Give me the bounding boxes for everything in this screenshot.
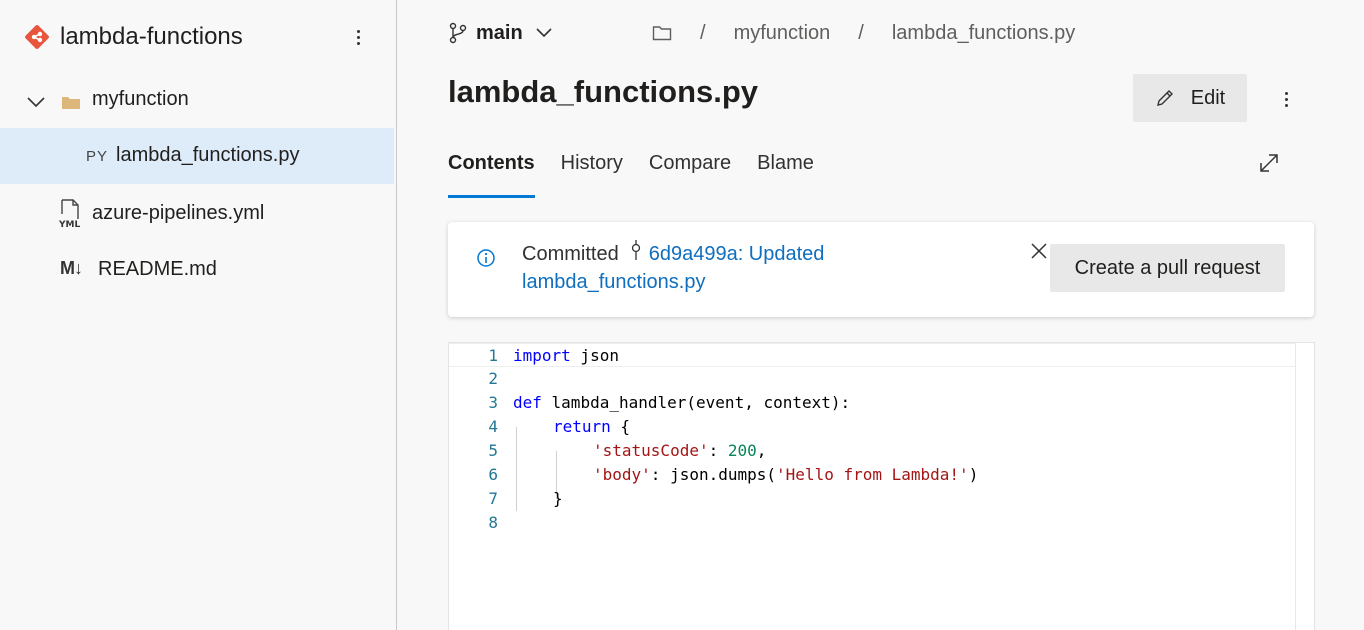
line-number: 4 bbox=[488, 417, 498, 436]
code-text: } bbox=[553, 489, 563, 508]
chevron-down-icon[interactable] bbox=[26, 94, 46, 110]
line-number: 3 bbox=[488, 393, 498, 412]
line-number: 6 bbox=[488, 465, 498, 484]
tree-item-myfunction[interactable]: myfunction bbox=[0, 74, 394, 130]
tree-item-label: azure-pipelines.yml bbox=[92, 202, 265, 224]
tab-blame[interactable]: Blame bbox=[757, 150, 814, 198]
code-line: 4 return { bbox=[449, 415, 1295, 439]
line-number: 1 bbox=[488, 346, 498, 365]
markdown-file-icon: M↓ bbox=[60, 258, 83, 278]
breadcrumb: / myfunction / lambda_functions.py bbox=[652, 20, 1075, 46]
repo-header: lambda-functions bbox=[24, 20, 374, 54]
code-line: 7 } bbox=[449, 487, 1295, 511]
tab-compare[interactable]: Compare bbox=[649, 150, 731, 198]
python-file-icon: PY bbox=[86, 148, 109, 165]
tab-history[interactable]: History bbox=[561, 150, 623, 198]
code-line: 3 def lambda_handler(event, context): bbox=[449, 391, 1295, 415]
code-text: import json bbox=[513, 344, 619, 368]
commit-notice-prefix: Committed bbox=[522, 243, 619, 265]
code-line: 1 import json bbox=[449, 343, 1295, 367]
code-text: 'body': json.dumps('Hello from Lambda!') bbox=[593, 463, 978, 487]
code-line: 8 bbox=[449, 511, 1295, 535]
svg-text:YML: YML bbox=[58, 220, 80, 228]
branch-picker[interactable]: main bbox=[448, 20, 553, 46]
tab-contents[interactable]: Contents bbox=[448, 150, 535, 198]
commit-notice-text: Committed 6d9a499a: Updated lambda_functi… bbox=[522, 240, 942, 296]
commit-notice-banner: Committed 6d9a499a: Updated lambda_functi… bbox=[448, 222, 1314, 317]
code-text: return { bbox=[553, 415, 630, 439]
tree-item-readme-md[interactable]: M↓ README.md bbox=[0, 242, 394, 298]
file-tree-sidebar: lambda-functions myfunction PY lambda_fu… bbox=[0, 0, 397, 630]
repo-name[interactable]: lambda-functions bbox=[60, 23, 243, 51]
create-pull-request-button[interactable]: Create a pull request bbox=[1050, 244, 1285, 292]
info-icon bbox=[477, 249, 495, 267]
branch-name: main bbox=[476, 21, 523, 44]
code-token: , bbox=[756, 441, 767, 460]
tree-item-label: myfunction bbox=[92, 88, 189, 110]
chevron-down-icon bbox=[536, 28, 552, 38]
file-content-pane: main / myfunction / lambda_functions.py … bbox=[398, 0, 1364, 630]
code-keyword: def bbox=[513, 393, 542, 412]
line-number: 8 bbox=[488, 513, 498, 532]
pencil-icon bbox=[1156, 90, 1173, 106]
line-number: 2 bbox=[488, 369, 498, 388]
line-number: 5 bbox=[488, 441, 498, 460]
close-icon[interactable] bbox=[1028, 240, 1050, 262]
edit-button[interactable]: Edit bbox=[1133, 74, 1247, 122]
code-text: def lambda_handler(event, context): bbox=[513, 391, 850, 415]
code-string: 'Hello from Lambda!' bbox=[776, 465, 969, 484]
code-token: json bbox=[570, 346, 619, 365]
tree-item-lambda-functions-py[interactable]: PY lambda_functions.py bbox=[0, 128, 394, 184]
file-tabs: Contents History Compare Blame bbox=[448, 150, 840, 198]
code-number: 200 bbox=[727, 441, 757, 460]
code-line: 2 bbox=[449, 367, 1295, 391]
expand-icon[interactable] bbox=[1258, 152, 1280, 174]
code-scrollbar[interactable] bbox=[1295, 343, 1315, 630]
commit-icon bbox=[631, 240, 640, 260]
folder-outline-icon[interactable] bbox=[652, 24, 672, 42]
code-string: 'statusCode' bbox=[593, 441, 709, 460]
repo-file-view: lambda-functions myfunction PY lambda_fu… bbox=[0, 0, 1364, 630]
branch-icon bbox=[449, 22, 467, 44]
code-token: ) bbox=[968, 465, 979, 484]
code-line: 6 'body': json.dumps('Hello from Lambda!… bbox=[449, 463, 1295, 487]
code-token: : bbox=[708, 441, 728, 460]
code-token: { bbox=[610, 417, 631, 436]
code-string: 'body' bbox=[593, 465, 651, 484]
code-viewer[interactable]: 1 import json 2 3 def lambda_handler(eve… bbox=[448, 342, 1315, 630]
folder-icon bbox=[62, 97, 80, 109]
repo-more-options-icon[interactable] bbox=[346, 24, 370, 50]
code-keyword: return bbox=[553, 417, 611, 436]
code-line: 5 'statusCode': 200, bbox=[449, 439, 1295, 463]
code-keyword: import bbox=[513, 346, 571, 365]
tree-item-azure-pipelines-yml[interactable]: YML azure-pipelines.yml bbox=[0, 186, 394, 242]
tree-item-label: README.md bbox=[98, 258, 217, 280]
yml-file-icon: YML bbox=[58, 199, 80, 228]
page-title: lambda_functions.py bbox=[448, 74, 759, 109]
code-token: lambda_handler(event, context): bbox=[541, 393, 851, 412]
line-number: 7 bbox=[488, 489, 498, 508]
file-more-options-icon[interactable] bbox=[1274, 86, 1298, 112]
breadcrumb-separator: / bbox=[858, 21, 864, 44]
tree-item-label: lambda_functions.py bbox=[116, 144, 300, 166]
breadcrumb-myfunction[interactable]: myfunction bbox=[734, 22, 831, 45]
code-text: 'statusCode': 200, bbox=[593, 439, 766, 463]
code-token: : json.dumps( bbox=[650, 465, 777, 484]
edit-button-label: Edit bbox=[1190, 86, 1226, 109]
breadcrumb-separator: / bbox=[700, 21, 706, 44]
breadcrumb-file[interactable]: lambda_functions.py bbox=[892, 22, 1075, 45]
git-repo-icon bbox=[24, 24, 50, 50]
